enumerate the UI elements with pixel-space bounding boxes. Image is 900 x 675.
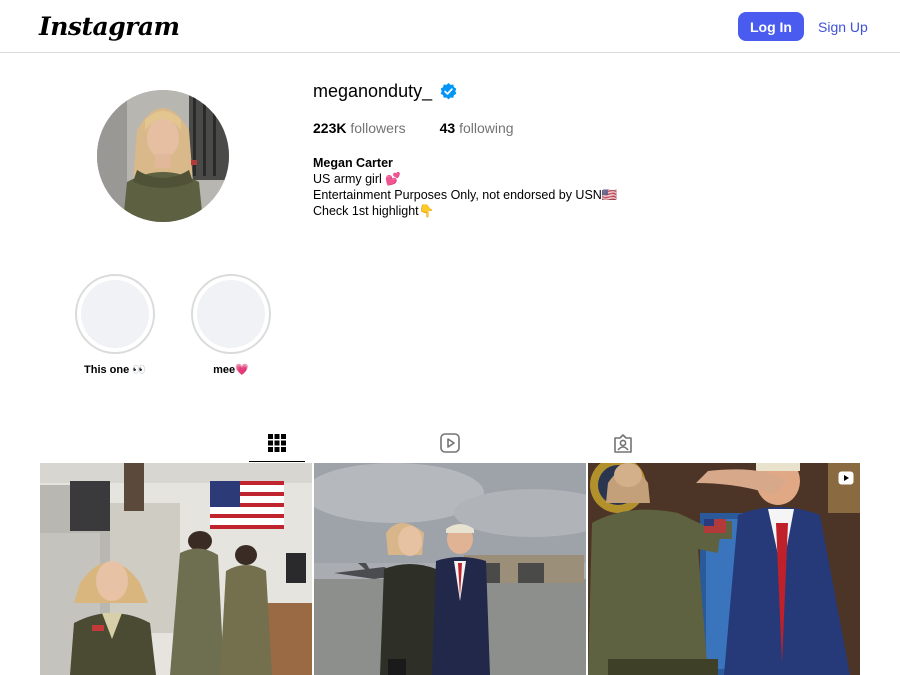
followers-count: 223K (313, 120, 347, 136)
instagram-logo[interactable]: Instagram (39, 12, 180, 41)
highlight-label: This one 👀 (84, 364, 146, 376)
profile-username: meganonduty_ (313, 81, 433, 101)
grid-icon (268, 433, 286, 452)
username-row: meganonduty_ (313, 81, 457, 102)
following-label: following (459, 120, 514, 136)
profile-full-name: Megan Carter (313, 156, 393, 170)
bio-line: Check 1st highlight👇 (313, 204, 435, 218)
highlight-cover (75, 274, 155, 354)
reels-icon (440, 433, 460, 453)
login-button[interactable]: Log In (738, 12, 804, 41)
post-thumbnail[interactable] (40, 463, 312, 675)
post-image (40, 463, 312, 675)
profile-avatar[interactable] (97, 90, 229, 222)
highlight-cover (191, 274, 271, 354)
post-thumbnail[interactable] (314, 463, 586, 675)
tagged-icon (614, 434, 632, 453)
profile-stats: 223K followers 43 following (313, 120, 548, 136)
followers-stat[interactable]: 223K followers (313, 120, 406, 136)
profile-bio: Megan Carter US army girl 💕 Entertainmen… (313, 155, 617, 219)
post-image (588, 463, 860, 675)
tab-tagged[interactable] (595, 424, 651, 462)
following-count: 43 (439, 120, 456, 136)
followers-label: followers (350, 120, 406, 136)
tab-reels[interactable] (422, 424, 478, 462)
highlight-label: mee💗 (213, 364, 249, 376)
verified-badge-icon (440, 83, 457, 100)
posts-grid (40, 463, 860, 675)
post-thumbnail[interactable] (588, 463, 860, 675)
profile-tabs (40, 424, 860, 462)
story-highlight[interactable]: mee💗 (191, 274, 271, 376)
reel-badge-icon (838, 471, 854, 485)
tab-posts[interactable] (249, 424, 305, 462)
top-navigation-bar: Instagram Log In Sign Up (0, 0, 900, 53)
avatar-image (97, 90, 229, 222)
signup-link[interactable]: Sign Up (818, 19, 868, 35)
following-stat[interactable]: 43 following (440, 120, 514, 136)
bio-line: US army girl 💕 (313, 172, 401, 186)
story-highlight[interactable]: This one 👀 (75, 274, 155, 376)
bio-line: Entertainment Purposes Only, not endorse… (313, 188, 618, 202)
post-image (314, 463, 586, 675)
